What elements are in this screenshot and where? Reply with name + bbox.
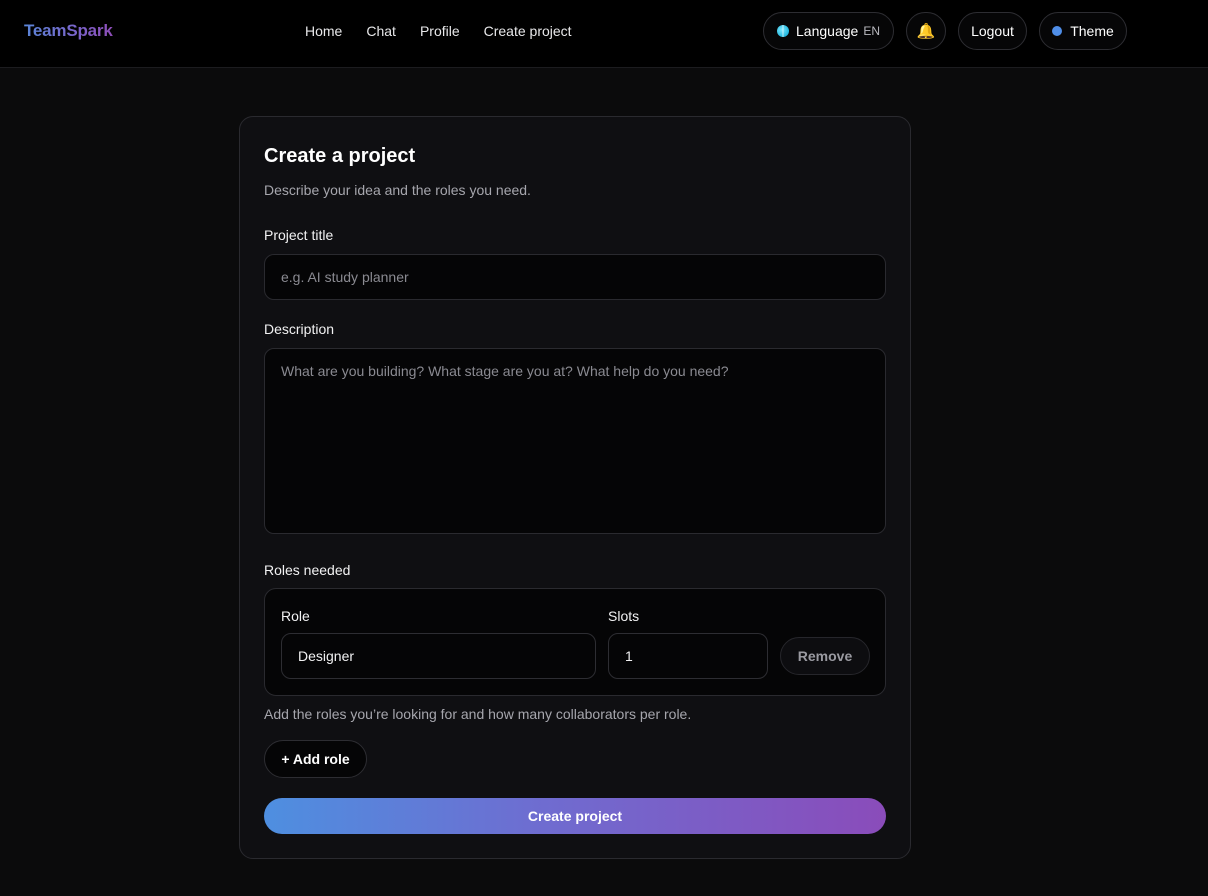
role-row: Role Slots Remove <box>264 588 886 696</box>
description-label: Description <box>264 321 335 337</box>
language-button[interactable]: Language EN <box>763 12 894 50</box>
create-project-button[interactable]: Create project <box>264 798 886 834</box>
slots-column-label: Slots <box>608 608 640 624</box>
brand-logo[interactable]: TeamSpark <box>24 21 113 41</box>
notifications-button[interactable]: 🔔 <box>906 12 946 50</box>
role-column-label: Role <box>281 608 310 624</box>
top-navbar: TeamSpark Home Chat Profile Create proje… <box>0 0 1208 68</box>
globe-icon <box>777 25 790 37</box>
nav-home[interactable]: Home <box>305 23 342 39</box>
roles-needed-label: Roles needed <box>264 562 351 578</box>
nav-create-project[interactable]: Create project <box>484 23 572 39</box>
language-label: Language <box>796 23 859 39</box>
logout-button[interactable]: Logout <box>958 12 1027 50</box>
add-role-button[interactable]: + Add role <box>264 740 367 778</box>
create-project-card: Create a project Describe your idea and … <box>239 116 911 859</box>
page-subtitle: Describe your idea and the roles you nee… <box>264 182 531 198</box>
language-code: EN <box>863 24 880 38</box>
project-title-label: Project title <box>264 227 334 243</box>
description-textarea[interactable] <box>264 348 886 534</box>
logout-label: Logout <box>971 23 1014 39</box>
role-slots-input[interactable] <box>608 633 768 679</box>
main-nav: Home Chat Profile Create project <box>305 23 572 39</box>
page-title: Create a project <box>264 145 416 167</box>
remove-role-button[interactable]: Remove <box>780 637 870 675</box>
bell-icon: 🔔 <box>916 22 936 40</box>
roles-hint: Add the roles you’re looking for and how… <box>264 706 692 722</box>
theme-dot-icon <box>1052 26 1063 36</box>
project-title-input[interactable] <box>264 254 886 300</box>
role-name-input[interactable] <box>281 633 596 679</box>
theme-label: Theme <box>1070 23 1114 39</box>
nav-chat[interactable]: Chat <box>366 23 396 39</box>
theme-button[interactable]: Theme <box>1039 12 1127 50</box>
nav-profile[interactable]: Profile <box>420 23 460 39</box>
